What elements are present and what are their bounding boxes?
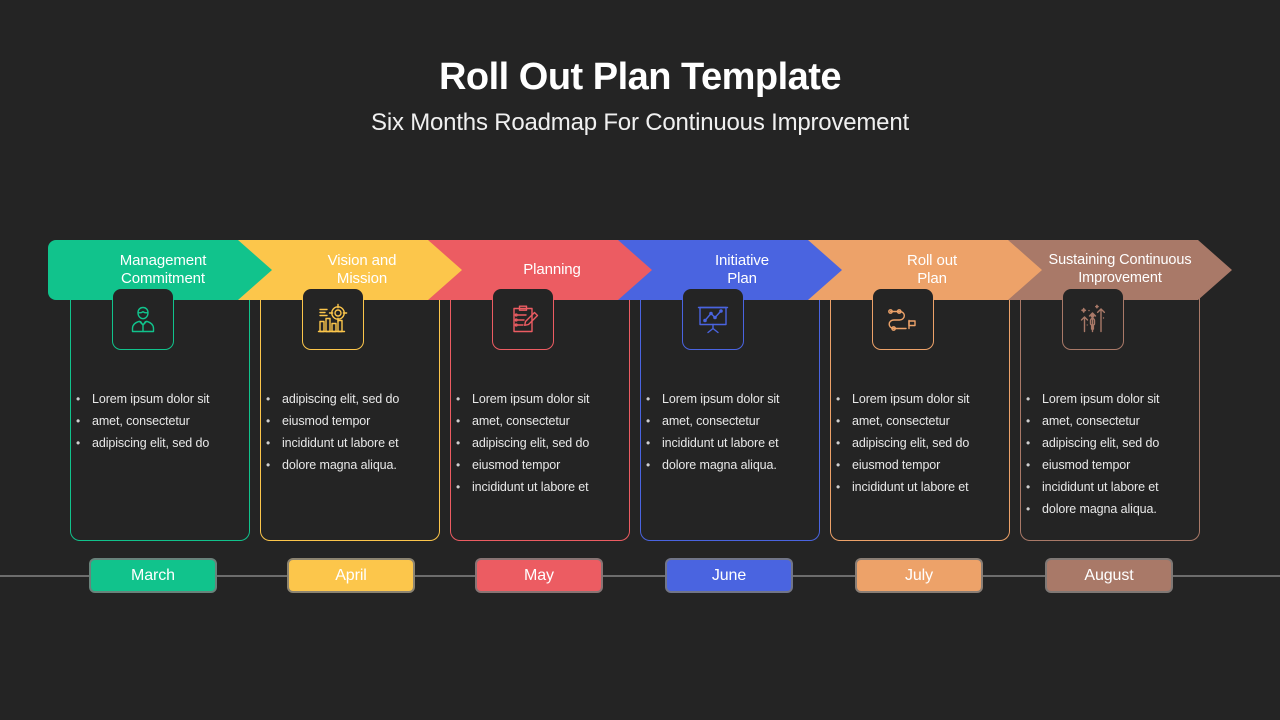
stage-bullet-list: Lorem ipsum dolor sit amet, consecteturi…: [644, 388, 816, 476]
presentation-board-icon: [682, 288, 744, 350]
stage-column-roll-out-plan: Roll out Plan Lorem ipsum dolor sit amet,…: [808, 240, 1042, 550]
page-title: Roll Out Plan Template: [438, 56, 842, 98]
growth-arrows-icon: [1062, 288, 1124, 350]
clipboard-pencil-icon: [492, 288, 554, 350]
list-item: dolore magna aliqua.: [644, 454, 816, 476]
stage-column-initiative-plan: Initiative Plan Lorem ipsum dolor sit ame…: [618, 240, 852, 550]
title-block: Roll Out Plan Template Six Months Roadma…: [0, 55, 1280, 137]
page-subtitle: Six Months Roadmap For Continuous Improv…: [371, 108, 909, 136]
list-item: incididunt ut labore et: [454, 476, 626, 498]
timeline-months: March April May June July August: [48, 558, 1232, 594]
list-item: Lorem ipsum dolor sit: [74, 388, 246, 410]
list-item: eiusmod tempor: [264, 410, 436, 432]
list-item: amet, consectetur: [74, 410, 246, 432]
month-chip-may[interactable]: May: [475, 558, 603, 593]
stage-column-management-commitment: Management Commitment Lorem ipsum dolor s…: [48, 240, 282, 550]
list-item: adipiscing elit, sed do: [454, 432, 626, 454]
stage-title: Sustaining Continuous Improvement: [1048, 252, 1192, 286]
list-item: incididunt ut labore et: [834, 476, 1006, 498]
list-item: incididunt ut labore et: [1024, 476, 1196, 498]
month-chip-june[interactable]: June: [665, 558, 793, 593]
stage-bullet-list: Lorem ipsum dolor sit amet, consectetura…: [1024, 388, 1196, 520]
stages-board: Management Commitment Lorem ipsum dolor s…: [48, 240, 1232, 550]
stage-column-sustaining-continuous-improvement: Sustaining Continuous Improvement Lorem i…: [998, 240, 1232, 550]
list-item: dolore magna aliqua.: [264, 454, 436, 476]
route-flag-icon: [872, 288, 934, 350]
list-item: amet, consectetur: [834, 410, 1006, 432]
stage-title: Initiative Plan: [714, 251, 770, 287]
stage-title: Management Commitment: [119, 251, 207, 287]
list-item: Lorem ipsum dolor sit: [834, 388, 1006, 410]
stage-bullet-list: Lorem ipsum dolor sit amet, consectetura…: [74, 388, 246, 454]
list-item: amet, consectetur: [1024, 410, 1196, 432]
list-item: dolore magna aliqua.: [1024, 498, 1196, 520]
stage-column-vision-and-mission: Vision and Mission adipiscing elit, sed d…: [238, 240, 472, 550]
stage-bullet-list: adipiscing elit, sed doeiusmod temporinc…: [264, 388, 436, 476]
stage-bullet-list: Lorem ipsum dolor sit amet, consectetura…: [454, 388, 626, 498]
list-item: adipiscing elit, sed do: [1024, 432, 1196, 454]
month-chip-august[interactable]: August: [1045, 558, 1173, 593]
list-item: eiusmod tempor: [454, 454, 626, 476]
month-chip-july[interactable]: July: [855, 558, 983, 593]
list-item: adipiscing elit, sed do: [74, 432, 246, 454]
list-item: incididunt ut labore et: [264, 432, 436, 454]
list-item: amet, consectetur: [644, 410, 816, 432]
stage-bullet-list: Lorem ipsum dolor sit amet, consectetura…: [834, 388, 1006, 498]
list-item: amet, consectetur: [454, 410, 626, 432]
stage-column-planning: Planning Lorem ipsum dolor sit amet, cons…: [428, 240, 662, 550]
stage-title: Planning: [523, 260, 581, 278]
slide-canvas: Roll Out Plan Template Six Months Roadma…: [0, 0, 1280, 720]
list-item: Lorem ipsum dolor sit: [644, 388, 816, 410]
month-chip-march[interactable]: March: [89, 558, 217, 593]
stage-title: Vision and Mission: [327, 251, 397, 287]
list-item: incididunt ut labore et: [644, 432, 816, 454]
stage-title: Roll out Plan: [906, 251, 958, 287]
list-item: Lorem ipsum dolor sit: [454, 388, 626, 410]
list-item: eiusmod tempor: [1024, 454, 1196, 476]
list-item: eiusmod tempor: [834, 454, 1006, 476]
list-item: adipiscing elit, sed do: [834, 432, 1006, 454]
businessman-icon: [112, 288, 174, 350]
target-chart-icon: [302, 288, 364, 350]
month-chip-april[interactable]: April: [287, 558, 415, 593]
list-item: adipiscing elit, sed do: [264, 388, 436, 410]
list-item: Lorem ipsum dolor sit: [1024, 388, 1196, 410]
